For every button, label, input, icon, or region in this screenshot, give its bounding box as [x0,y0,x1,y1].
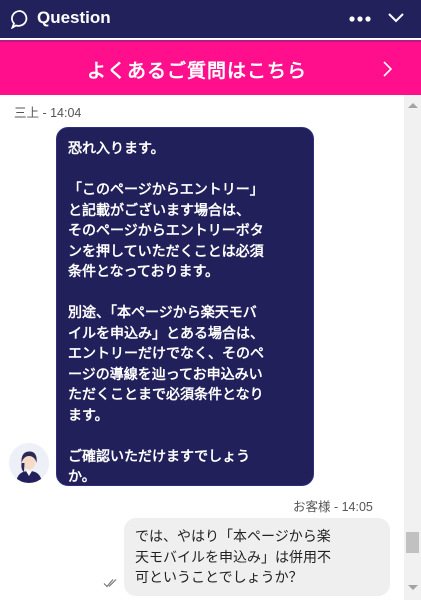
agent-avatar-icon [9,443,49,483]
chat-header: Question [0,0,421,38]
scrollbar-thumb[interactable] [406,532,419,553]
scroll-up-arrow-icon[interactable] [408,103,418,108]
read-check-icon [103,579,117,588]
more-icon[interactable] [349,16,371,22]
faq-banner-label: よくあるご質問はこちら [86,60,307,82]
agent-sender-line: 三上 - 14:04 [14,106,82,120]
chat-scrollbar[interactable] [404,95,421,600]
user-message-bubble: では、やはり「本ページから楽 天モバイルを申込み」は併用不 可ということでしょう… [124,518,390,596]
agent-avatar [9,443,49,483]
user-sender-line: お客様 - 14:05 [293,500,373,514]
scroll-down-arrow-icon[interactable] [408,585,418,590]
chat-bubble-icon [10,10,28,29]
chevron-right-icon [383,61,392,77]
header-title: Question [37,8,111,27]
chevron-down-icon[interactable] [387,11,405,25]
agent-message-bubble: 恐れ入ります。 「このページからエントリー」 と記載がございます場合は、 そのペ… [56,127,314,486]
faq-banner-button[interactable]: よくあるご質問はこちら [0,40,421,95]
